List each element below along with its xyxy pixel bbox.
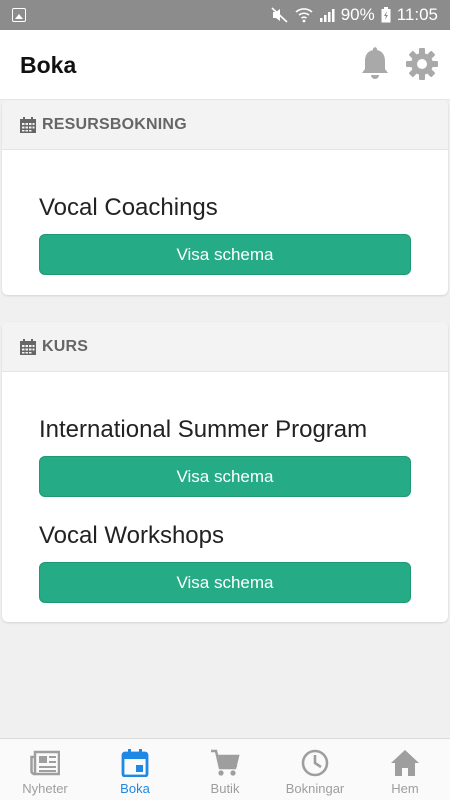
nav-item-butik[interactable]: Butik: [180, 739, 270, 800]
section-label: KURS: [42, 338, 89, 355]
clock-time: 11:05: [396, 5, 438, 24]
cart-icon: [211, 749, 240, 776]
calendar-icon: [20, 117, 36, 133]
nav-label: Boka: [120, 781, 150, 796]
bottom-nav: Nyheter Boka Butik Bokningar Hem: [0, 738, 450, 800]
section-header: KURS: [2, 322, 448, 372]
home-icon: [391, 750, 419, 776]
bell-icon[interactable]: [359, 47, 391, 81]
page-title: Boka: [20, 52, 77, 78]
wifi-icon: [295, 8, 313, 23]
visa-schema-button[interactable]: Visa schema: [39, 234, 411, 275]
item-title: International Summer Program: [39, 416, 368, 443]
nav-label: Bokningar: [285, 781, 345, 796]
app-bar: Boka: [0, 30, 450, 100]
section-card-kurs: KURS International Summer Program Visa s…: [2, 322, 448, 622]
clock-icon: [301, 749, 329, 777]
status-right: 90% 11:05: [271, 0, 438, 30]
mute-icon: [271, 7, 288, 23]
status-bar: 90% 11:05: [0, 0, 450, 30]
nav-label: Butik: [210, 781, 240, 796]
calendar-icon: [20, 339, 36, 355]
item-title: Vocal Workshops: [39, 522, 224, 549]
section-label: RESURSBOKNING: [42, 116, 187, 133]
section-header: RESURSBOKNING: [2, 100, 448, 150]
nav-item-boka[interactable]: Boka: [90, 739, 180, 800]
newspaper-icon: [30, 750, 60, 776]
nav-label: Hem: [391, 781, 419, 796]
section-card-resursbokning: RESURSBOKNING Vocal Coachings Visa schem…: [2, 100, 448, 295]
gear-icon[interactable]: [405, 47, 439, 81]
battery-icon: [381, 7, 391, 23]
visa-schema-button[interactable]: Visa schema: [39, 456, 411, 497]
calendar-icon: [121, 749, 149, 777]
image-icon: [12, 8, 26, 22]
visa-schema-button[interactable]: Visa schema: [39, 562, 411, 603]
battery-percent: 90%: [340, 5, 375, 24]
nav-item-nyheter[interactable]: Nyheter: [0, 739, 90, 800]
item-title: Vocal Coachings: [39, 194, 218, 221]
nav-label: Nyheter: [22, 781, 68, 796]
nav-item-hem[interactable]: Hem: [360, 739, 450, 800]
signal-icon: [319, 9, 335, 22]
nav-item-bokningar[interactable]: Bokningar: [270, 739, 360, 800]
